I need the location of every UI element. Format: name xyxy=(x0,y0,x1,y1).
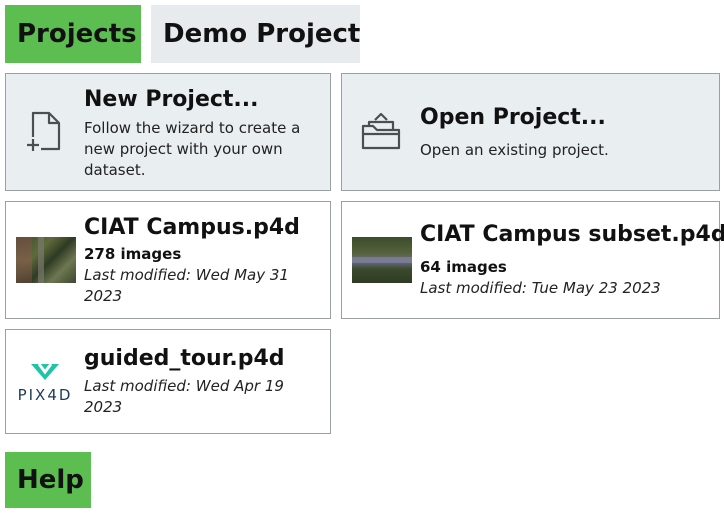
tab-demo-project[interactable]: Demo Project xyxy=(151,5,360,63)
pix4d-logo: PIX4D xyxy=(6,330,84,433)
new-project-card[interactable]: New Project... Follow the wizard to crea… xyxy=(5,73,331,191)
recent-project-modified: Last modified: Wed Apr 19 2023 xyxy=(84,377,284,416)
recent-project-image-count: 64 images xyxy=(420,258,507,276)
tab-projects[interactable]: Projects xyxy=(5,5,141,63)
new-project-title: New Project... xyxy=(84,86,259,112)
recent-project-title: CIAT Campus.p4d xyxy=(84,214,300,240)
project-thumbnail xyxy=(352,237,412,283)
recent-project-title: CIAT Campus subset.p4d xyxy=(420,222,724,247)
new-project-description: Follow the wizard to create a new projec… xyxy=(84,118,301,179)
recent-project-image-count: 278 images xyxy=(84,244,182,263)
recent-project-title: guided_tour.p4d xyxy=(84,346,285,371)
open-project-title: Open Project... xyxy=(420,104,606,130)
pix4d-mark-icon xyxy=(31,362,59,380)
help-button[interactable]: Help xyxy=(5,452,91,508)
pix4d-logo-text: PIX4D xyxy=(17,385,73,404)
recent-project-ciat-campus-subset[interactable]: CIAT Campus subset.p4d 64 images Last mo… xyxy=(341,201,724,319)
project-thumbnail xyxy=(16,237,76,283)
new-file-icon xyxy=(6,74,84,190)
recent-project-ciat-campus[interactable]: CIAT Campus.p4d 278 images Last modified… xyxy=(5,201,331,319)
open-folder-icon xyxy=(342,74,420,190)
recent-project-modified: Last modified: Tue May 23 2023 xyxy=(420,279,661,297)
recent-project-guided-tour[interactable]: PIX4D guided_tour.p4d Last modified: Wed… xyxy=(5,329,331,434)
open-project-card[interactable]: Open Project... Open an existing project… xyxy=(341,73,720,191)
recent-project-modified: Last modified: Wed May 31 2023 xyxy=(84,265,289,305)
open-project-description: Open an existing project. xyxy=(420,140,609,159)
